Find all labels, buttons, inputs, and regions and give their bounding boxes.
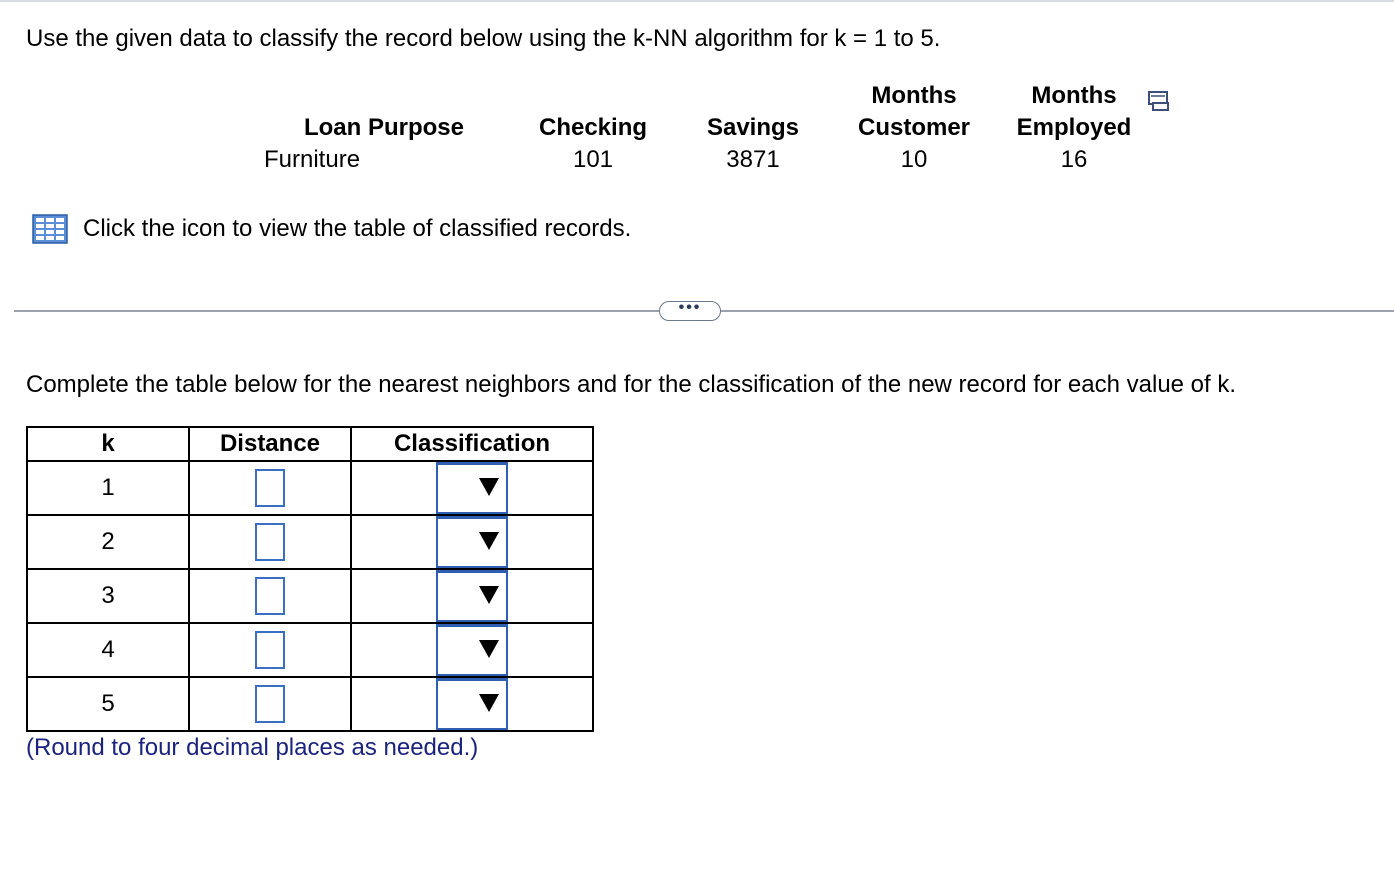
distance-input-k5[interactable] [255,685,285,723]
triangle-down-icon [479,532,499,550]
distance-input-k4[interactable] [255,631,285,669]
view-records-text[interactable]: Click the icon to view the table of clas… [83,215,631,243]
value-savings: 3871 [726,146,780,173]
rounding-note: (Round to four decimal places as needed.… [26,734,479,761]
distance-cell [188,514,352,570]
answer-row-5: 5 [26,676,594,732]
answer-row-4: 4 [26,622,594,678]
value-checking: 101 [572,146,614,173]
value-months-customer: 10 [900,146,928,173]
k-value: 4 [26,622,190,678]
triangle-down-icon [479,640,499,658]
answer-row-2: 2 [26,514,594,570]
header-loan-purpose: Loan Purpose [303,114,465,141]
view-records-link[interactable]: Click the icon to view the table of clas… [32,212,631,246]
classification-cell [350,514,594,570]
classification-select-k3[interactable] [436,570,508,622]
k-value: 1 [26,460,190,516]
triangle-down-icon [479,694,499,712]
copy-icon[interactable] [1146,88,1172,112]
header-distance: Distance [188,426,352,462]
record-value-row: Furniture 101 3871 10 16 [250,144,1158,176]
value-loan-purpose: Furniture [264,146,361,173]
table-grid-icon[interactable] [32,214,68,244]
top-divider [0,0,1394,2]
classification-select-k2[interactable] [436,516,508,568]
classification-select-k5[interactable] [436,678,508,730]
ellipsis-icon: ••• [678,299,702,316]
triangle-down-icon [479,478,499,496]
classification-select-k4[interactable] [436,624,508,676]
answer-row-3: 3 [26,568,594,624]
distance-cell [188,676,352,732]
classification-cell [350,568,594,624]
record-table: Loan Purpose Checking Savings Months Cus… [250,80,1158,176]
distance-cell [188,568,352,624]
header-classification: Classification [350,426,594,462]
instruction-text: Complete the table below for the nearest… [26,371,1237,398]
distance-input-k2[interactable] [255,523,285,561]
k-value: 2 [26,514,190,570]
value-months-employed: 16 [1060,146,1088,173]
header-months-customer: Months Customer [857,82,971,141]
classification-cell [350,622,594,678]
classification-cell [350,460,594,516]
answer-header-row: k Distance Classification [26,426,594,462]
k-value: 3 [26,568,190,624]
triangle-down-icon [479,586,499,604]
distance-cell [188,460,352,516]
record-header-row: Loan Purpose Checking Savings Months Cus… [250,80,1158,144]
distance-input-k3[interactable] [255,577,285,615]
header-months-employed: Months Employed [1016,82,1132,141]
answer-row-1: 1 [26,460,594,516]
distance-input-k1[interactable] [255,469,285,507]
ellipsis-button[interactable]: ••• [659,299,721,321]
classification-cell [350,676,594,732]
k-value: 5 [26,676,190,732]
header-k: k [26,426,190,462]
classification-select-k1[interactable] [436,462,508,514]
header-checking: Checking [538,114,648,141]
intro-text: Use the given data to classify the recor… [26,25,941,52]
header-savings: Savings [706,114,800,141]
distance-cell [188,622,352,678]
answer-table: k Distance Classification 1 2 3 4 5 [26,426,594,732]
page: Use the given data to classify the recor… [0,0,1394,886]
